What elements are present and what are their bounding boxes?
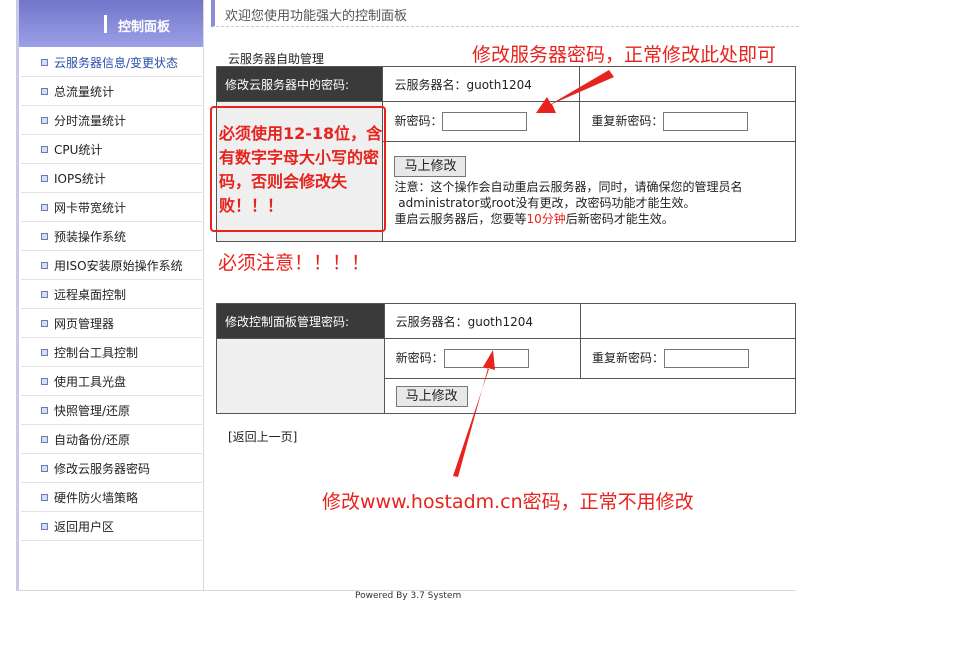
annotation-arrows bbox=[453, 70, 614, 477]
arrow-top-icon bbox=[536, 70, 614, 113]
arrow-bottom-icon bbox=[453, 350, 495, 477]
